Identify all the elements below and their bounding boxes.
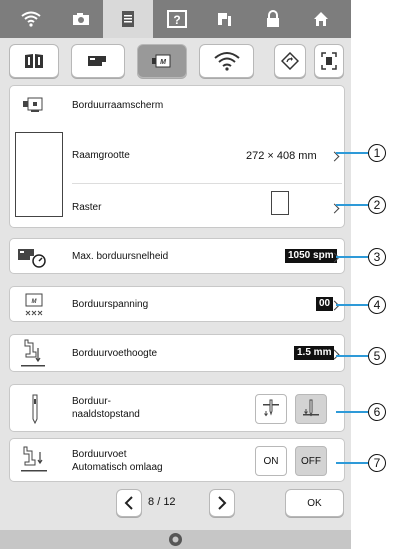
- foot-auto-down-card: Borduurvoet Automatisch omlaag ON OFF: [9, 438, 345, 482]
- callout-1: 1: [368, 144, 386, 162]
- embroidery-settings-button[interactable]: M: [137, 44, 187, 78]
- svg-text:?: ?: [173, 13, 180, 27]
- grid-preview[interactable]: [271, 191, 289, 215]
- presser-foot-height-icon: [21, 339, 45, 367]
- frame-preview: [15, 132, 63, 217]
- frame-size-label: Raamgrootte: [72, 150, 130, 161]
- callout-line-4: [336, 304, 368, 306]
- lock-icon: [267, 10, 279, 27]
- callout-line-7: [336, 462, 368, 464]
- tension-label: Borduurspanning: [72, 299, 149, 310]
- frame-size-value[interactable]: 272 × 408 mm: [246, 150, 317, 162]
- needle-down-icon: [303, 399, 319, 417]
- wireless-settings-button[interactable]: [199, 44, 254, 78]
- help-tab[interactable]: ?: [152, 0, 202, 38]
- frame-screen-label: Borduurraamscherm: [72, 100, 164, 111]
- foot-auto-down-label: Borduurvoet Automatisch omlaag: [72, 449, 163, 473]
- callout-line-6: [336, 411, 368, 413]
- sewing-machine-icon: [88, 56, 106, 66]
- home-icon: [314, 12, 328, 26]
- current-page: 8: [148, 496, 155, 508]
- max-speed-value: 1050 spm: [285, 249, 337, 263]
- tension-card[interactable]: M Borduurspanning 00: [9, 286, 345, 322]
- foot-height-value: 1.5 mm: [294, 346, 335, 360]
- needle-stop-label: Borduur- naaldstopstand: [72, 396, 140, 420]
- callout-line-5: [336, 355, 368, 357]
- foot-height-label: Borduurvoethoogte: [72, 348, 158, 359]
- callout-3: 3: [368, 248, 386, 266]
- document-tab[interactable]: [103, 0, 153, 38]
- manual-button[interactable]: [9, 44, 59, 78]
- wireless-icon: [213, 52, 240, 71]
- callout-7: 7: [368, 454, 386, 472]
- max-speed-label: Max. borduursnelheid: [72, 251, 169, 262]
- page-separator: /: [157, 496, 161, 508]
- foot-auto-off-button[interactable]: OFF: [295, 446, 327, 476]
- fit-icon: [321, 52, 337, 70]
- status-icon: [169, 533, 182, 546]
- presser-foot-auto-icon: [21, 446, 47, 472]
- wifi-icon: [21, 11, 41, 27]
- lock-tab[interactable]: [248, 0, 298, 38]
- callout-line-2: [336, 204, 368, 206]
- needle-stop-card: Borduur- naaldstopstand: [9, 384, 345, 432]
- needle-up-button[interactable]: [255, 394, 287, 424]
- total-pages: 12: [163, 496, 176, 508]
- svg-text:M: M: [160, 59, 166, 66]
- chevron-right-icon: [218, 496, 227, 510]
- top-tab-bar: ?: [0, 0, 351, 38]
- rotate-icon: [281, 52, 299, 70]
- speed-icon: [18, 249, 46, 268]
- help-icon: ?: [167, 10, 187, 28]
- sewing-settings-button[interactable]: [71, 44, 125, 78]
- camera-icon: [73, 13, 89, 25]
- divider: [72, 183, 342, 184]
- callout-4: 4: [368, 296, 386, 314]
- home-tab[interactable]: [296, 0, 346, 38]
- threading-tab[interactable]: [200, 0, 250, 38]
- threading-icon: [218, 13, 231, 26]
- device-screen: ? M Borduurraamscherm Raamgrootte 272 × …: [0, 0, 351, 549]
- rotate-button[interactable]: [274, 44, 306, 78]
- callout-6: 6: [368, 403, 386, 421]
- footer-bar: [0, 530, 351, 549]
- needle-up-icon: [263, 399, 279, 417]
- frame-settings-card: Borduurraamscherm Raamgrootte 272 × 408 …: [9, 85, 345, 228]
- callout-line-1: [336, 152, 368, 154]
- embroidery-tension-icon: M: [25, 293, 43, 316]
- fit-button[interactable]: [314, 44, 344, 78]
- grid-label: Raster: [72, 202, 102, 213]
- document-icon: [122, 11, 134, 27]
- frame-screen-icon: [23, 97, 43, 112]
- callout-2: 2: [368, 196, 386, 214]
- ok-button[interactable]: OK: [285, 489, 344, 517]
- foot-height-card[interactable]: Borduurvoethoogte 1.5 mm: [9, 334, 345, 372]
- next-page-button[interactable]: [209, 489, 235, 517]
- chevron-left-icon: [124, 496, 133, 510]
- max-speed-card[interactable]: Max. borduursnelheid 1050 spm: [9, 238, 345, 274]
- camera-tab[interactable]: [56, 0, 106, 38]
- foot-auto-on-button[interactable]: ON: [255, 446, 287, 476]
- embroidery-frame-icon: M: [152, 54, 171, 68]
- book-icon: [25, 54, 43, 68]
- needle-icon: [32, 394, 38, 425]
- callout-line-3: [336, 256, 368, 258]
- prev-page-button[interactable]: [116, 489, 142, 517]
- page-indicator: 8 / 12: [148, 496, 176, 508]
- wifi-tab[interactable]: [6, 0, 56, 38]
- needle-down-button[interactable]: [295, 394, 327, 424]
- callout-5: 5: [368, 347, 386, 365]
